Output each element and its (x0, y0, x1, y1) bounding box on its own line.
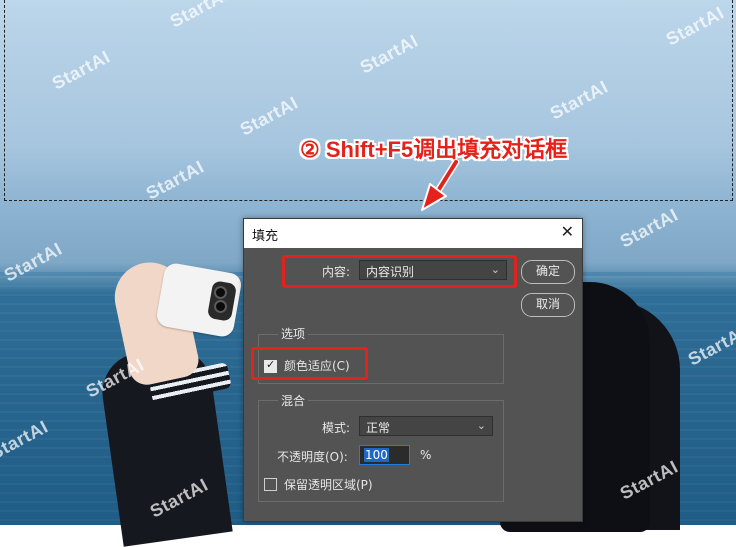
dialog-titlebar[interactable]: 填充 ✕ (244, 219, 582, 248)
opacity-value: 100 (364, 448, 389, 462)
ok-button[interactable]: 确定 (521, 260, 575, 284)
preserve-transparency-checkbox[interactable] (264, 478, 277, 491)
mode-select[interactable]: 正常 ⌄ (359, 416, 493, 436)
blend-group-title: 混合 (278, 392, 309, 409)
chevron-down-icon: ⌄ (476, 419, 486, 432)
preserve-transparency-label[interactable]: 保留透明区域(P) (284, 476, 373, 493)
options-group-title: 选项 (278, 325, 309, 342)
mode-select-value: 正常 (366, 421, 391, 435)
dialog-title: 填充 (252, 229, 279, 244)
opacity-unit: % (420, 448, 432, 462)
camera-lens (216, 288, 225, 297)
opacity-label: 不透明度(O): (277, 450, 348, 464)
annotation-arrow-icon (421, 160, 460, 211)
opacity-input[interactable]: 100 (359, 445, 410, 465)
fill-dialog: 填充 ✕ 内容: 内容识别 ⌄ 确定 取消 选项 颜色适应(C) 混合 模式: … (243, 218, 583, 522)
highlight-color-adapt (251, 347, 368, 380)
selection-marquee (4, 0, 733, 201)
close-icon[interactable]: ✕ (561, 222, 574, 241)
mode-label: 模式: (322, 421, 351, 435)
camera-lens (216, 302, 225, 311)
cancel-button[interactable]: 取消 (521, 293, 575, 317)
highlight-content-row (282, 255, 517, 288)
